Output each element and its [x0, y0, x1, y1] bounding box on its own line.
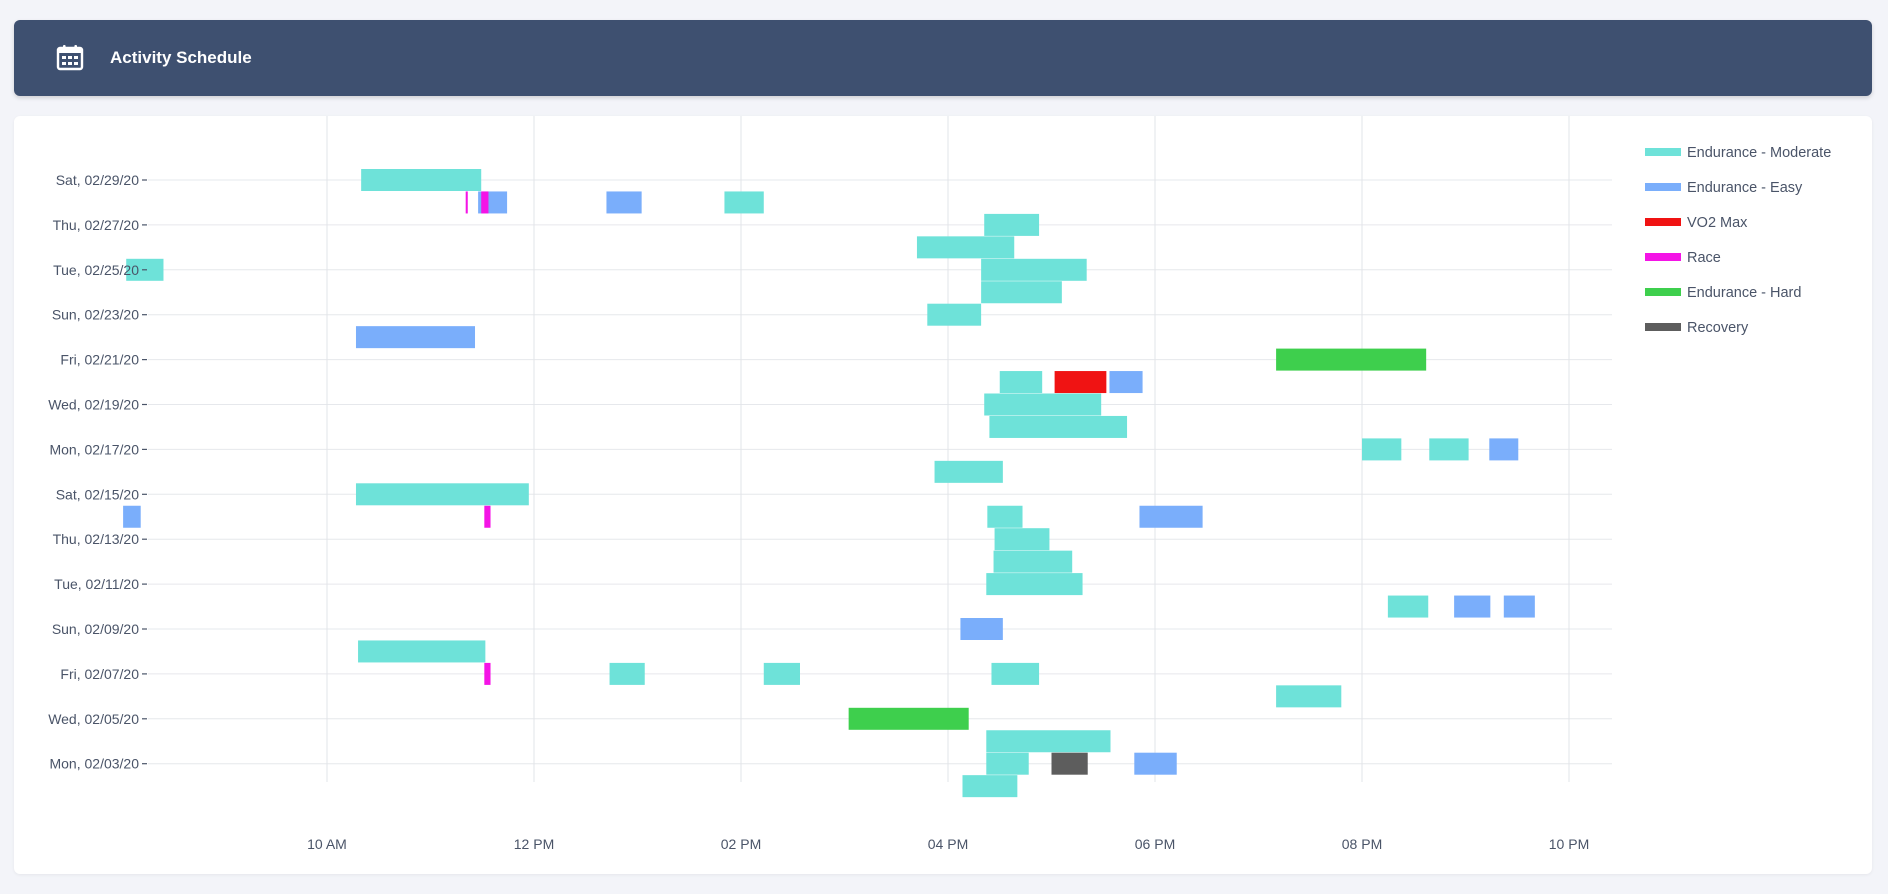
activity-bar-endurance-moderate[interactable]: Mon, 02/03/20 — Endurance - Moderate: [986, 752, 1029, 775]
y-tick-label: Sun, 02/09/20: [52, 621, 139, 637]
activity-bar-endurance-moderate[interactable]: Fri, 02/14/20 — Endurance - Moderate: [987, 505, 1023, 528]
activity-bar-endurance-moderate[interactable]: Tue, 02/25/20 — Endurance - Moderate: [981, 258, 1087, 281]
activity-bar-endurance-easy[interactable]: Mon, 02/03/20 — Endurance - Easy: [1134, 752, 1177, 775]
y-tick-label: Sun, 02/23/20: [52, 307, 139, 323]
activity-bar-endurance-easy[interactable]: Sun, 02/09/20 — Endurance - Easy: [960, 618, 1003, 640]
activity-bar-endurance-easy[interactable]: Mon, 02/10/20 — Endurance - Easy: [1454, 595, 1491, 618]
y-tick-label: Sat, 02/15/20: [56, 486, 140, 502]
activity-bar-endurance-moderate[interactable]: Fri, 02/28/20 — Endurance - Moderate: [724, 191, 764, 214]
activity-timeline-chart: Sat, 02/29/20 — Endurance - ModerateFri,…: [48, 116, 1831, 852]
activity-bar-endurance-easy[interactable]: Fri, 02/14/20 — Endurance - Easy: [123, 505, 141, 528]
legend-swatch: [1645, 148, 1681, 156]
activity-bar-endurance-moderate[interactable]: Tue, 02/04/20 — Endurance - Moderate: [986, 730, 1111, 753]
legend-swatch: [1645, 183, 1681, 191]
activity-bar-endurance-moderate[interactable]: Sat, 02/15/20 — Endurance - Moderate: [355, 483, 529, 506]
activity-bar-endurance-hard[interactable]: Fri, 02/21/20 — Endurance - Hard: [1276, 348, 1427, 371]
legend-item-endurance-easy[interactable]: Endurance - Easy: [1645, 180, 1803, 196]
activity-bar-endurance-moderate[interactable]: Sun, 02/16/20 — Endurance - Moderate: [934, 460, 1003, 483]
activity-bar-endurance-moderate[interactable]: Fri, 02/07/20 — Endurance - Moderate: [609, 662, 645, 685]
activity-bar-endurance-moderate[interactable]: Tue, 02/11/20 — Endurance - Moderate: [986, 573, 1083, 596]
activity-bar-race[interactable]: Fri, 02/28/20 — Race: [465, 191, 468, 214]
activity-bar-endurance-moderate[interactable]: Wed, 02/19/20 — Endurance - Moderate: [984, 393, 1102, 416]
activity-bar-race[interactable]: Fri, 02/07/20 — Race: [484, 662, 491, 685]
x-tick-label: 04 PM: [928, 836, 968, 852]
activity-bar-endurance-hard[interactable]: Wed, 02/05/20 — Endurance - Hard: [848, 707, 969, 730]
legend-swatch: [1645, 253, 1681, 261]
activity-bar-endurance-moderate[interactable]: Thu, 02/20/20 — Endurance - Moderate: [999, 371, 1043, 394]
activity-bar-endurance-moderate[interactable]: Wed, 02/26/20 — Endurance - Moderate: [916, 236, 1015, 259]
y-tick-label: Fri, 02/07/20: [60, 666, 139, 682]
activity-bar-endurance-moderate[interactable]: Mon, 02/17/20 — Endurance - Moderate: [1429, 438, 1469, 461]
activity-bar-endurance-moderate[interactable]: Mon, 02/10/20 — Endurance - Moderate: [1387, 595, 1429, 618]
x-tick-label: 12 PM: [514, 836, 554, 852]
page-header: Activity Schedule: [14, 20, 1872, 96]
activity-bar-vo2-max[interactable]: Thu, 02/20/20 — VO2 Max: [1054, 371, 1107, 394]
legend-label: Endurance - Moderate: [1687, 145, 1831, 161]
legend-label: Race: [1687, 250, 1721, 266]
calendar-icon: [56, 45, 84, 71]
activity-bar-endurance-moderate[interactable]: Sat, 02/08/20 — Endurance - Moderate: [358, 640, 486, 663]
legend-item-vo2-max[interactable]: VO2 Max: [1645, 215, 1748, 231]
activity-bar-endurance-moderate[interactable]: Thu, 02/06/20 — Endurance - Moderate: [1276, 685, 1342, 708]
legend-item-endurance-hard[interactable]: Endurance - Hard: [1645, 285, 1801, 301]
x-tick-label: 08 PM: [1342, 836, 1382, 852]
activity-bar-endurance-moderate[interactable]: Mon, 02/17/20 — Endurance - Moderate: [1362, 438, 1402, 461]
legend-item-endurance-moderate[interactable]: Endurance - Moderate: [1645, 145, 1831, 161]
x-tick-label: 10 PM: [1549, 836, 1589, 852]
activity-bar-endurance-moderate[interactable]: Tue, 02/18/20 — Endurance - Moderate: [989, 415, 1128, 438]
x-tick-label: 10 AM: [307, 836, 347, 852]
y-tick-label: Thu, 02/13/20: [53, 531, 140, 547]
legend-label: Recovery: [1687, 320, 1749, 336]
axis-layer: Sat, 02/29/20Thu, 02/27/20Tue, 02/25/20S…: [48, 172, 1589, 852]
y-tick-label: Mon, 02/03/20: [49, 756, 139, 772]
activity-bar-endurance-easy[interactable]: Thu, 02/20/20 — Endurance - Easy: [1109, 371, 1143, 394]
y-tick-label: Sat, 02/29/20: [56, 172, 140, 188]
activity-bar-endurance-moderate[interactable]: Sat, 02/29/20 — Endurance - Moderate: [361, 169, 482, 191]
x-tick-label: 02 PM: [721, 836, 761, 852]
x-tick-label: 06 PM: [1135, 836, 1175, 852]
bars-layer: Sat, 02/29/20 — Endurance - ModerateFri,…: [123, 169, 1535, 798]
activity-bar-endurance-easy[interactable]: Fri, 02/14/20 — Endurance - Easy: [1139, 505, 1203, 528]
activity-bar-endurance-easy[interactable]: Mon, 02/10/20 — Endurance - Easy: [1503, 595, 1535, 618]
activity-bar-race[interactable]: Fri, 02/14/20 — Race: [484, 505, 491, 528]
legend: Endurance - Moderate Endurance - Easy VO2 …: [1645, 145, 1831, 336]
activity-bar-endurance-moderate[interactable]: Sun, 02/02/20 — Endurance - Moderate: [962, 775, 1018, 798]
legend-label: Endurance - Hard: [1687, 285, 1801, 301]
activity-bar-endurance-moderate[interactable]: Fri, 02/07/20 — Endurance - Moderate: [991, 662, 1040, 685]
y-tick-label: Tue, 02/25/20: [53, 262, 139, 278]
chart-card: Sat, 02/29/20 — Endurance - ModerateFri,…: [14, 116, 1872, 874]
activity-bar-endurance-moderate[interactable]: Thu, 02/13/20 — Endurance - Moderate: [994, 528, 1050, 551]
activity-bar-endurance-easy[interactable]: Fri, 02/28/20 — Endurance - Easy: [606, 191, 642, 214]
legend-swatch: [1645, 323, 1681, 331]
y-tick-label: Thu, 02/27/20: [53, 217, 140, 233]
activity-bar-endurance-easy[interactable]: Mon, 02/17/20 — Endurance - Easy: [1489, 438, 1519, 461]
y-tick-label: Fri, 02/21/20: [60, 352, 139, 368]
legend-swatch: [1645, 218, 1681, 226]
activity-bar-endurance-moderate[interactable]: Sun, 02/23/20 — Endurance - Moderate: [927, 303, 982, 326]
activity-bar-endurance-moderate[interactable]: Fri, 02/07/20 — Endurance - Moderate: [763, 662, 800, 685]
y-tick-label: Wed, 02/05/20: [48, 711, 139, 727]
activity-bar-recovery[interactable]: Mon, 02/03/20 — Recovery: [1051, 752, 1088, 775]
legend-label: VO2 Max: [1687, 215, 1748, 231]
legend-item-race[interactable]: Race: [1645, 250, 1721, 266]
activity-bar-endurance-moderate[interactable]: Wed, 02/12/20 — Endurance - Moderate: [993, 550, 1073, 573]
y-tick-label: Tue, 02/11/20: [54, 576, 139, 592]
legend-item-recovery[interactable]: Recovery: [1645, 320, 1749, 336]
legend-label: Endurance - Easy: [1687, 180, 1803, 196]
activity-bar-race[interactable]: Fri, 02/28/20 — Race: [481, 191, 489, 214]
legend-swatch: [1645, 288, 1681, 296]
page-title: Activity Schedule: [110, 48, 252, 67]
y-tick-label: Mon, 02/17/20: [49, 441, 139, 457]
y-tick-label: Wed, 02/19/20: [48, 397, 139, 413]
activity-bar-endurance-easy[interactable]: Sat, 02/22/20 — Endurance - Easy: [355, 326, 476, 349]
activity-bar-endurance-moderate[interactable]: Mon, 02/24/20 — Endurance - Moderate: [981, 281, 1062, 304]
activity-bar-endurance-moderate[interactable]: Thu, 02/27/20 — Endurance - Moderate: [984, 213, 1040, 236]
